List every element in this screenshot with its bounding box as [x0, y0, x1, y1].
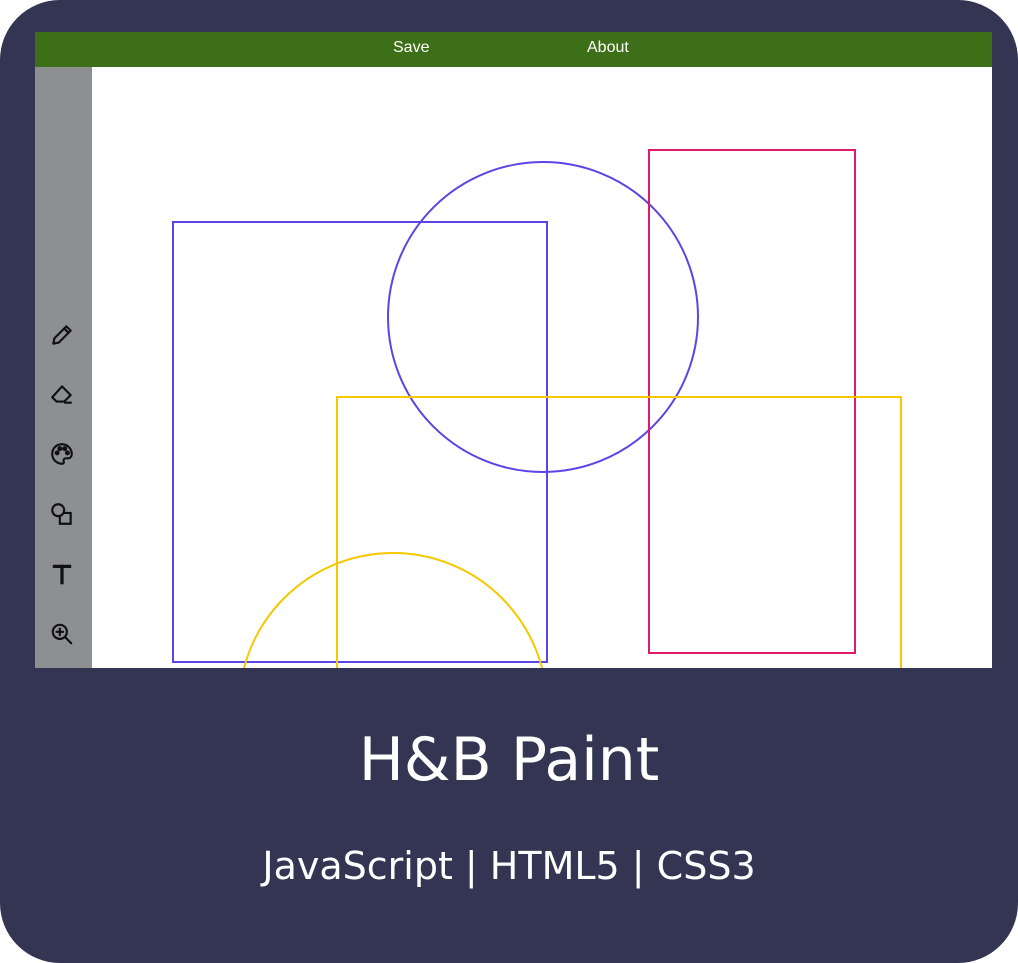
pencil-tool[interactable] [48, 321, 76, 349]
tech-stack: JavaScript | HTML5 | CSS3 [262, 844, 756, 888]
menu-bar: Save About [35, 32, 992, 67]
canvas-shape-circle-blue [387, 161, 699, 473]
text-icon [52, 564, 72, 585]
shapes-tool[interactable] [48, 500, 76, 528]
eraser-tool[interactable] [48, 380, 76, 408]
eraser-icon [51, 385, 72, 404]
zoom-in-tool[interactable] [48, 620, 76, 648]
palette-icon [51, 443, 73, 465]
text-tool[interactable] [48, 560, 76, 588]
app-screenshot: Save About [35, 32, 992, 668]
save-menu-item[interactable]: Save [393, 32, 429, 67]
canvas-shape-rectangle-blue [172, 221, 548, 663]
palette-tool[interactable] [48, 440, 76, 468]
tool-sidebar [35, 67, 92, 668]
about-menu-item[interactable]: About [587, 32, 629, 67]
canvas-shape-circle-yellow [243, 552, 543, 668]
canvas-shape-rectangle-pink [648, 149, 856, 654]
project-card: Save About H&B Paint JavaScript | HTML5 … [0, 0, 1018, 963]
zoom-in-icon [51, 623, 73, 645]
canvas-shape-rectangle-yellow [336, 396, 902, 668]
project-title: H&B Paint [358, 725, 660, 795]
drawing-canvas[interactable] [92, 67, 992, 668]
pencil-icon [52, 325, 72, 345]
shapes-icon [51, 503, 72, 525]
